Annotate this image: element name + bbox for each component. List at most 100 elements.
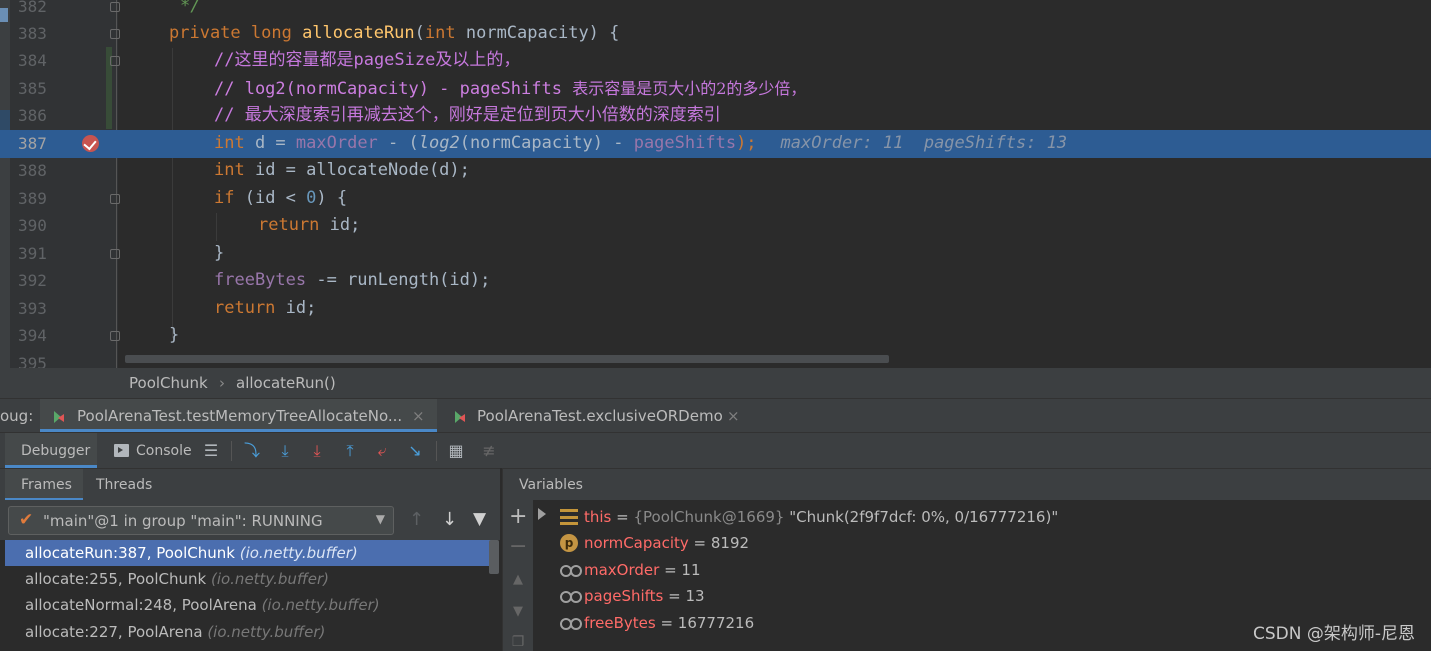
variable-name: freeBytes [584, 614, 656, 632]
run-config-icon [54, 411, 66, 423]
layout-menu-icon[interactable]: ☰ [201, 441, 221, 461]
parameter-icon: p [560, 534, 578, 552]
move-down-icon[interactable]: ▼ [509, 604, 527, 619]
code-text: if (id < 0) { [214, 185, 347, 213]
breakpoint-icon[interactable] [82, 135, 99, 152]
variable-text: this = {PoolChunk@1669} "Chunk(2f9f7dcf:… [584, 508, 1058, 526]
frame-row[interactable]: allocateNormal:248, PoolArena (io.netty.… [5, 592, 493, 618]
add-watch-icon[interactable]: + [509, 506, 527, 528]
code-token: (normCapacity) - [459, 133, 634, 153]
line-number: 387 [18, 134, 47, 153]
variable-text: normCapacity = 8192 [584, 534, 749, 552]
breadcrumb-method[interactable]: allocateRun() [236, 374, 336, 392]
keyword: int [214, 160, 245, 180]
variable-equals: = [663, 587, 686, 605]
console-icon [114, 444, 129, 457]
frame-label: allocate:255, PoolChunk (io.netty.buffer… [25, 570, 329, 588]
horizontal-scrollbar[interactable] [125, 355, 889, 363]
copy-icon[interactable]: ❐ [509, 634, 527, 650]
keyword: if [214, 188, 235, 208]
code-token: ( [414, 23, 425, 43]
frame-label: allocateRun:387, PoolChunk (io.netty.buf… [25, 544, 358, 562]
code-line[interactable]: 386 // 最大深度索引再减去这个，刚好是定位到页大小倍数的深度索引 [0, 102, 1431, 130]
evaluate-expression-icon[interactable]: ▦ [446, 441, 466, 461]
fold-marker-icon[interactable] [110, 2, 120, 12]
fold-marker-icon[interactable] [110, 249, 120, 259]
variable-name: pageShifts [584, 587, 664, 605]
frame-row[interactable]: allocate:255, PoolChunk (io.netty.buffer… [5, 566, 493, 592]
variable-name: normCapacity [584, 534, 689, 552]
code-text: return id; [214, 295, 316, 323]
code-editor[interactable]: 382 */ 383 private long allocateRun(int … [0, 0, 1431, 368]
frame-package: (io.netty.buffer) [210, 570, 330, 588]
trace-stream-icon[interactable]: ≢ [479, 441, 499, 461]
drop-frame-icon[interactable]: ⤶ [372, 441, 392, 461]
tab-label: Debugger [21, 443, 91, 459]
field-token: maxOrder [295, 133, 378, 153]
tab-frames[interactable]: Frames [5, 469, 83, 501]
debug-label: oug: [0, 407, 34, 425]
number-token: 0 [306, 188, 317, 208]
code-token: id; [319, 215, 361, 235]
keyword: int [214, 133, 245, 153]
close-icon[interactable]: × [727, 407, 740, 425]
step-into-icon[interactable]: ⤓ [307, 441, 327, 461]
line-number: 392 [18, 271, 47, 290]
step-over-icon[interactable]: ⤓ [275, 441, 295, 461]
frame-row-selected[interactable]: allocateRun:387, PoolChunk (io.netty.buf… [5, 540, 493, 566]
remove-watch-icon[interactable]: − [509, 536, 527, 558]
field-token: freeBytes [214, 270, 307, 290]
frame-method: allocateNormal:248, PoolArena [25, 596, 262, 614]
fold-marker-icon[interactable] [110, 56, 120, 66]
code-line[interactable]: 383 private long allocateRun(int normCap… [0, 20, 1431, 48]
variable-name: maxOrder [584, 561, 660, 579]
thread-select[interactable]: ✔ "main"@1 in group "main": RUNNING ▼ [8, 506, 394, 535]
tab-label: PoolArenaTest.testMemoryTreeAllocateNo..… [77, 407, 403, 425]
breadcrumb-class[interactable]: PoolChunk [129, 374, 208, 392]
line-number: 384 [18, 51, 47, 70]
code-token: normCapacity) { [455, 23, 620, 43]
line-number: 391 [18, 244, 47, 263]
move-up-icon[interactable]: ▲ [509, 572, 527, 587]
fold-marker-icon[interactable] [110, 194, 120, 204]
close-icon[interactable]: × [412, 407, 425, 425]
code-token: d = [244, 133, 296, 153]
code-token: id; [275, 298, 317, 318]
code-line[interactable]: 393 return id; [0, 295, 1431, 323]
code-line[interactable]: 389 if (id < 0) { [0, 185, 1431, 213]
fold-marker-icon[interactable] [110, 29, 120, 39]
line-number: 395 [18, 354, 47, 368]
code-line[interactable]: 384 //这里的容量都是pageSize及以上的， [0, 47, 1431, 75]
code-line[interactable]: 394 } [0, 322, 1431, 350]
variable-equals: = [611, 508, 634, 526]
frames-panel: Frames Threads ✔ "main"@1 in group "main… [0, 468, 500, 651]
show-execution-point-icon[interactable]: ⤵ [242, 441, 262, 461]
frames-list: allocateRun:387, PoolChunk (io.netty.buf… [0, 540, 500, 651]
frame-row[interactable]: allocate:227, PoolArena (io.netty.buffer… [5, 619, 493, 645]
code-line[interactable]: 388 int id = allocateNode(d); [0, 157, 1431, 185]
frames-scrollbar[interactable] [489, 540, 499, 574]
arrow-up-icon[interactable]: ↑ [409, 509, 424, 530]
code-line[interactable]: 392 freeBytes -= runLength(id); [0, 267, 1431, 295]
expand-icon[interactable] [538, 508, 546, 520]
filter-icon[interactable]: ▼ [473, 509, 486, 529]
code-line[interactable]: 382 */ [0, 0, 1431, 21]
tab-debug-session-2[interactable]: PoolArenaTest.exclusiveORDemo × [437, 399, 757, 432]
code-comment: // log2(normCapacity) - pageShifts 表示容量是… [214, 75, 806, 104]
field-token: pageShifts [633, 133, 737, 153]
static-call-token: log2 [418, 133, 460, 153]
code-comment: // 最大深度索引再减去这个，刚好是定位到页大小倍数的深度索引 [214, 105, 721, 125]
code-line[interactable]: 391 } [0, 240, 1431, 268]
step-out-icon[interactable]: ⤒ [340, 441, 360, 461]
code-line[interactable]: 390 return id; [0, 212, 1431, 240]
run-to-cursor-icon[interactable]: ↘ [405, 441, 425, 461]
breadcrumb: PoolChunk › allocateRun() [0, 368, 1431, 398]
code-text: int id = allocateNode(d); [214, 157, 470, 185]
code-line[interactable]: 385 // log2(normCapacity) - pageShifts 表… [0, 75, 1431, 103]
fold-marker-icon[interactable] [110, 331, 120, 341]
tab-debug-session-1[interactable]: PoolArenaTest.testMemoryTreeAllocateNo..… [40, 399, 437, 432]
current-execution-line[interactable]: 387 int d = maxOrder - (log2(normCapacit… [0, 130, 1431, 158]
object-icon [560, 509, 578, 525]
tab-debugger[interactable]: Debugger [5, 433, 97, 468]
arrow-down-icon[interactable]: ↓ [442, 509, 457, 530]
